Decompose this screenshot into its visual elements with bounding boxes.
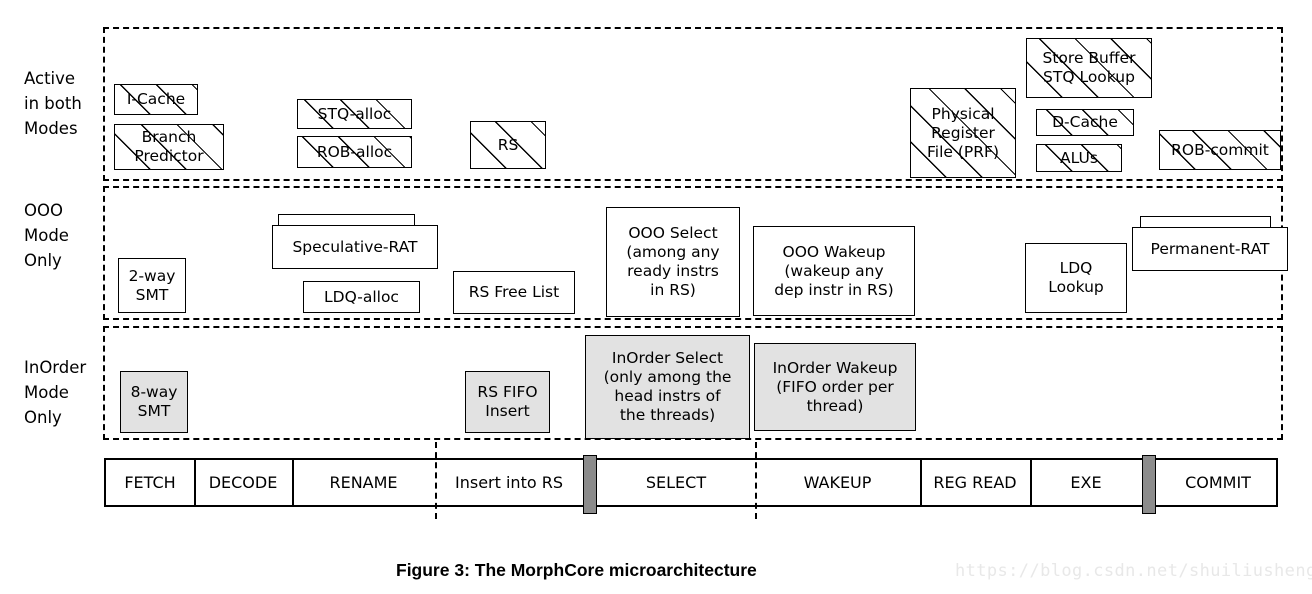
block-rob-commit: ROB-commit (1159, 130, 1281, 170)
pipeline-stage-wakeup-label: WAKEUP (803, 473, 872, 492)
pipeline-stage-reg-read: REG READ (920, 460, 1030, 505)
block-inorder-wakeup: InOrder Wakeup (FIFO order per thread) (754, 343, 916, 431)
pipeline-stage-insert-into-rs-label: Insert into RS (455, 473, 563, 492)
block-speculative-rat: Speculative-RAT (272, 225, 438, 269)
pipeline-stage-select-label: SELECT (645, 473, 707, 492)
block-alus-label: ALUs (1060, 148, 1098, 167)
block-rob-alloc-label: ROB-alloc (316, 142, 393, 161)
block-ldq-alloc: LDQ-alloc (303, 281, 420, 313)
block-rs-fifo-insert: RS FIFO Insert (465, 371, 550, 433)
pipeline-stage-insert-into-rs: Insert into RS (435, 460, 583, 505)
pipeline-stage-decode-label: DECODE (208, 473, 278, 492)
block-permanent-rat-label: Permanent-RAT (1150, 239, 1270, 258)
block-2-way-smt: 2-way SMT (118, 258, 186, 313)
block-rs-label: RS (497, 135, 519, 154)
block-ooo-wakeup-label: OOO Wakeup (wakeup any dep instr in RS) (774, 242, 894, 299)
row-label-inorder-only: InOrder Mode Only (24, 358, 87, 427)
block-ooo-select: OOO Select (among any ready instrs in RS… (606, 207, 740, 317)
pipeline-stage-reg-read-label: REG READ (933, 473, 1017, 492)
block-2-way-smt-label: 2-way SMT (128, 266, 176, 304)
block-stq-alloc-label: STQ-alloc (317, 104, 392, 123)
pipeline-stage-exe-label: EXE (1070, 473, 1102, 492)
block-8-way-smt-label: 8-way SMT (130, 383, 178, 420)
block-store-buffer-stq-lookup: Store Buffer STQ Lookup (1026, 38, 1152, 98)
block-branch-predictor-label: Branch Predictor (134, 128, 204, 165)
pipeline-stage-select: SELECT (597, 460, 755, 505)
block-rs-fifo-insert-label: RS FIFO Insert (477, 383, 538, 420)
block-d-cache-label: D-Cache (1052, 113, 1118, 131)
pipeline-stage-fetch-label: FETCH (124, 473, 176, 492)
block-physical-register-file-label: Physical Register File (PRF) (927, 104, 999, 161)
watermark-text: https://blog.csdn.net/shuiliusheng (955, 561, 1312, 581)
block-physical-register-file: Physical Register File (PRF) (910, 88, 1016, 178)
block-speculative-rat-label: Speculative-RAT (292, 237, 418, 256)
block-rob-alloc: ROB-alloc (297, 136, 412, 168)
block-d-cache: D-Cache (1036, 109, 1134, 136)
block-alus: ALUs (1036, 144, 1122, 172)
block-store-buffer-stq-lookup-label: Store Buffer STQ Lookup (1042, 49, 1136, 86)
block-inorder-select-label: InOrder Select (only among the head inst… (603, 349, 732, 424)
block-i-cache-label: I-Cache (126, 90, 186, 108)
block-ldq-lookup: LDQ Lookup (1025, 243, 1127, 313)
block-8-way-smt: 8-way SMT (120, 371, 188, 433)
block-rob-commit-label: ROB-commit (1171, 140, 1269, 159)
block-i-cache: I-Cache (114, 84, 198, 115)
block-ldq-lookup-label: LDQ Lookup (1048, 259, 1104, 296)
block-stq-alloc: STQ-alloc (297, 99, 412, 129)
block-inorder-wakeup-label: InOrder Wakeup (FIFO order per thread) (772, 358, 898, 415)
block-rs: RS (470, 121, 546, 169)
pipeline-latch-select (583, 455, 597, 514)
pipeline-stage-rename: RENAME (292, 460, 435, 505)
block-permanent-rat: Permanent-RAT (1132, 227, 1288, 271)
pipeline-stage-decode: DECODE (194, 460, 292, 505)
block-inorder-select: InOrder Select (only among the head inst… (585, 335, 750, 439)
block-ldq-alloc-label: LDQ-alloc (324, 287, 399, 306)
pipeline-stage-fetch: FETCH (106, 460, 194, 505)
block-ooo-wakeup: OOO Wakeup (wakeup any dep instr in RS) (753, 226, 915, 316)
block-rs-free-list-label: RS Free List (468, 283, 560, 301)
block-ooo-select-label: OOO Select (among any ready instrs in RS… (626, 224, 720, 299)
morphcore-microarchitecture-figure: Active in both Modes OOO Mode Only InOrd… (0, 0, 1312, 594)
row-label-ooo-only: OOO Mode Only (24, 201, 69, 270)
pipeline-stage-rename-label: RENAME (329, 473, 398, 492)
block-branch-predictor: Branch Predictor (114, 124, 224, 170)
figure-caption: Figure 3: The MorphCore microarchitectur… (396, 560, 757, 580)
row-label-active-both: Active in both Modes (24, 69, 82, 138)
pipeline-stage-commit: COMMIT (1156, 460, 1280, 505)
pipeline-latch-commit (1142, 455, 1156, 514)
pipeline-stage-bar: FETCH DECODE RENAME Insert into RS SELEC… (104, 442, 1280, 519)
pipeline-stage-wakeup: WAKEUP (755, 460, 920, 505)
pipeline-stage-commit-label: COMMIT (1185, 473, 1251, 492)
block-rs-free-list: RS Free List (453, 271, 575, 314)
pipeline-stage-exe: EXE (1030, 460, 1142, 505)
